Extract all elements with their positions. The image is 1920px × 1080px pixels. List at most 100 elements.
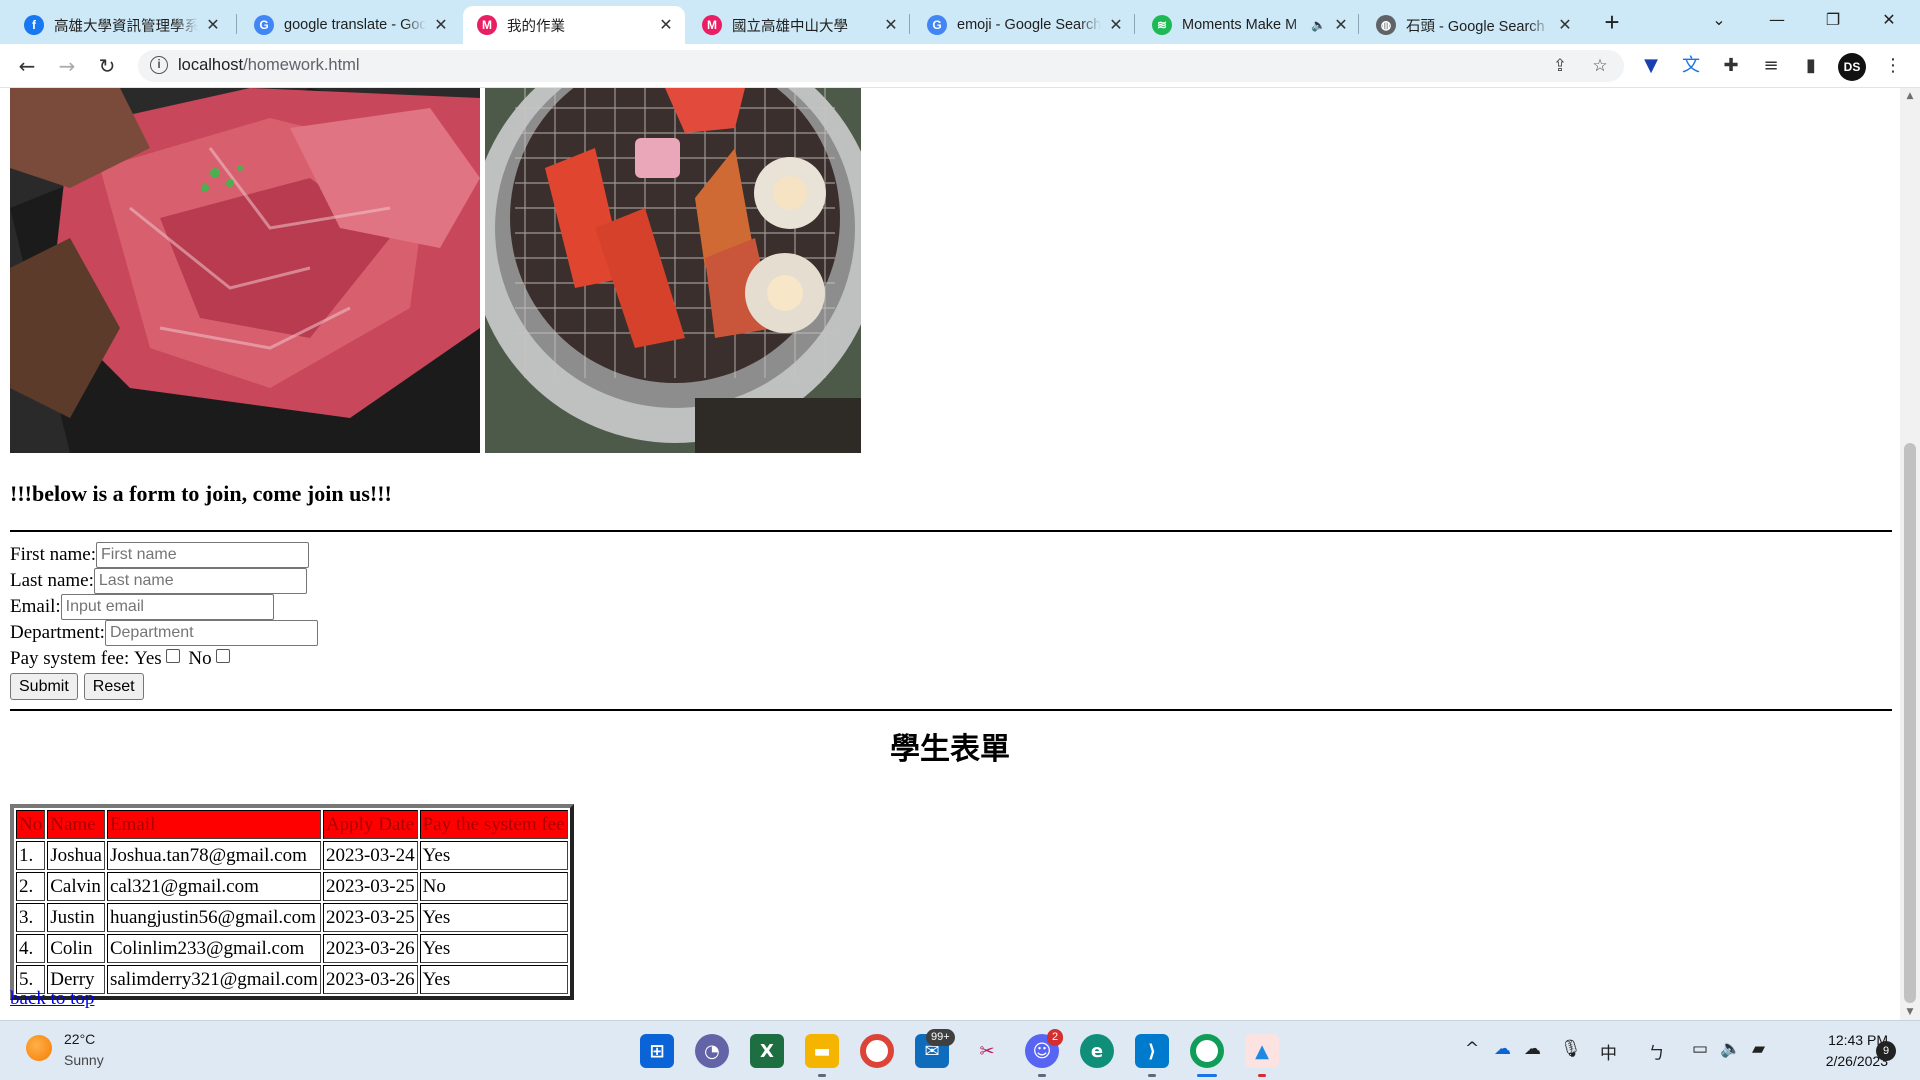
ime-mode-icon[interactable]: ㄅ xyxy=(1648,1039,1665,1064)
site-info-icon[interactable]: i xyxy=(150,56,168,74)
google-icon: G xyxy=(927,15,947,35)
menu-kebab-icon[interactable]: ⋮ xyxy=(1880,53,1906,79)
forward-arrow-icon[interactable]: → xyxy=(53,52,81,80)
tab-title: 我的作業 xyxy=(507,18,565,35)
edge-icon[interactable]: e xyxy=(1080,1034,1114,1068)
battery-icon[interactable]: ▰ xyxy=(1752,1039,1765,1059)
vscode-icon[interactable]: ⟩ xyxy=(1135,1034,1169,1068)
table-cell: Colin xyxy=(47,934,105,963)
site-icon: M xyxy=(477,15,497,35)
chrome-icon[interactable] xyxy=(860,1034,894,1068)
tab-2[interactable]: Ggoogle translate - Goo ✕ xyxy=(240,6,460,44)
explorer-running-indicator xyxy=(818,1074,826,1077)
fee-yes-checkbox[interactable] xyxy=(165,649,180,663)
tab-3[interactable]: M 我的作業 ✕ xyxy=(463,6,685,44)
email-input[interactable] xyxy=(60,594,274,620)
reload-icon[interactable]: ↻ xyxy=(93,52,121,80)
grill-image xyxy=(485,88,861,453)
weather-description[interactable]: Sunny xyxy=(64,1052,104,1068)
profile-avatar[interactable]: DS xyxy=(1838,53,1866,81)
join-heading: !!!below is a form to join, come join us… xyxy=(10,481,392,506)
close-tab-icon[interactable]: ✕ xyxy=(1107,15,1125,35)
tab-1[interactable]: f 高雄大學資訊管理學系 ✕ xyxy=(10,6,232,44)
close-tab-icon[interactable]: ✕ xyxy=(1332,15,1350,35)
scroll-down-arrow-icon[interactable]: ▼ xyxy=(1900,1004,1920,1020)
tab-4[interactable]: M 國立高雄中山大學 ✕ xyxy=(688,6,910,44)
restore-button[interactable]: ❐ xyxy=(1810,6,1856,34)
weather-temperature[interactable]: 22°C xyxy=(64,1031,95,1047)
table-cell: Yes xyxy=(419,934,568,963)
first-name-input[interactable] xyxy=(96,542,310,568)
close-tab-icon[interactable]: ✕ xyxy=(882,15,900,35)
extensions-puzzle-icon[interactable]: ✚ xyxy=(1718,53,1744,79)
bookmark-star-icon[interactable]: ☆ xyxy=(1588,54,1612,78)
tab-5[interactable]: Gemoji - Google Search ✕ xyxy=(913,6,1135,44)
chrome-active-indicator xyxy=(1197,1074,1217,1077)
close-tab-icon[interactable]: ✕ xyxy=(204,15,222,35)
tab-6[interactable]: ≋ Moments Make M 🔈 ✕ xyxy=(1138,6,1360,44)
fee-no-checkbox[interactable] xyxy=(215,649,230,663)
column-header: Email xyxy=(106,810,321,839)
globe-icon: ◍ xyxy=(1376,15,1396,35)
scroll-up-arrow-icon[interactable]: ▲ xyxy=(1900,88,1920,104)
address-bar[interactable]: i localhost/homework.html ⇪ ☆ xyxy=(138,50,1624,82)
network-icon[interactable]: ▭ xyxy=(1692,1039,1708,1059)
department-input[interactable] xyxy=(104,620,318,646)
close-tab-icon[interactable]: ✕ xyxy=(432,15,450,35)
url-text[interactable]: localhost/homework.html xyxy=(178,56,360,75)
column-header: Name xyxy=(47,810,105,839)
start-windows-icon[interactable]: ⊞ xyxy=(640,1034,674,1068)
side-panel-icon[interactable]: ▮ xyxy=(1798,53,1824,79)
tab-search-icon[interactable]: ⌄ xyxy=(1696,6,1742,34)
app-pinned-icon[interactable]: ▲ xyxy=(1245,1034,1279,1068)
snipping-tool-icon[interactable]: ✂ xyxy=(970,1034,1004,1068)
back-to-top-link[interactable]: back to top xyxy=(10,988,94,1010)
tab-audio-icon[interactable]: 🔈 xyxy=(1311,18,1326,32)
reset-button[interactable]: Reset xyxy=(83,673,144,700)
sun-weather-icon[interactable] xyxy=(26,1035,52,1061)
tab-7[interactable]: ◍ 石頭 - Google Search ✕ xyxy=(1362,6,1584,44)
share-icon[interactable]: ⇪ xyxy=(1548,54,1572,78)
new-tab-button[interactable]: + xyxy=(1598,8,1626,36)
clock-date[interactable]: 2/26/2023 xyxy=(1780,1053,1888,1069)
excel-icon[interactable]: X xyxy=(750,1034,784,1068)
divider-top xyxy=(10,530,1892,532)
google-icon: G xyxy=(254,15,274,35)
close-window-button[interactable]: ✕ xyxy=(1866,6,1912,34)
microphone-icon[interactable]: 🎙 xyxy=(1560,1039,1582,1059)
close-tab-icon[interactable]: ✕ xyxy=(657,15,675,35)
notification-count-badge[interactable]: 9 xyxy=(1876,1041,1896,1061)
table-cell: Justin xyxy=(47,903,105,932)
spotify-icon: ≋ xyxy=(1152,15,1172,35)
clock-time[interactable]: 12:43 PM xyxy=(1802,1032,1888,1048)
table-row: 4. Colin Colinlim233@gmail.com 2023-03-26 Ye… xyxy=(16,934,568,963)
media-queue-icon[interactable]: ≡ xyxy=(1758,53,1784,79)
chrome-profile-icon[interactable] xyxy=(1190,1034,1224,1068)
minimize-button[interactable]: — xyxy=(1754,6,1800,34)
fee-no-label: No xyxy=(188,648,212,669)
discord-badge: 2 xyxy=(1047,1029,1064,1046)
last-name-input[interactable] xyxy=(93,568,307,594)
submit-button[interactable]: Submit xyxy=(10,673,78,700)
table-header-row: No Name Email Apply Date Pay the system fee xyxy=(16,810,568,839)
browser-toolbar: ← → ↻ i localhost/homework.html ⇪ ☆ ▼ 文 … xyxy=(0,44,1920,88)
tray-overflow-chevron-icon[interactable]: ^ xyxy=(1465,1039,1479,1059)
page-scrollbar[interactable]: ▲ ▼ xyxy=(1900,88,1920,1020)
onedrive-icon[interactable]: ☁ xyxy=(1494,1039,1511,1059)
scrollbar-thumb[interactable] xyxy=(1904,443,1916,1003)
tab-separator xyxy=(1358,14,1359,34)
volume-icon[interactable]: 🔈 xyxy=(1720,1039,1741,1059)
extension-v-icon[interactable]: ▼ xyxy=(1638,53,1664,79)
table-cell: Joshua xyxy=(47,841,105,870)
onedrive-personal-icon[interactable]: ☁ xyxy=(1524,1039,1541,1059)
input-language-indicator[interactable]: 中 xyxy=(1600,1039,1617,1064)
chat-icon[interactable]: ◔ xyxy=(695,1034,729,1068)
close-tab-icon[interactable]: ✕ xyxy=(1556,15,1574,35)
table-cell: Colinlim233@gmail.com xyxy=(106,934,321,963)
back-arrow-icon[interactable]: ← xyxy=(13,52,41,80)
page-title: 學生表單 xyxy=(890,732,1010,767)
table-row: 5. Derry salimderry321@gmail.com 2023-03-26… xyxy=(16,965,568,994)
file-explorer-icon[interactable]: ▬ xyxy=(805,1034,839,1068)
tab-title: emoji - Google Search xyxy=(957,17,1101,33)
translate-extension-icon[interactable]: 文 xyxy=(1678,53,1704,79)
